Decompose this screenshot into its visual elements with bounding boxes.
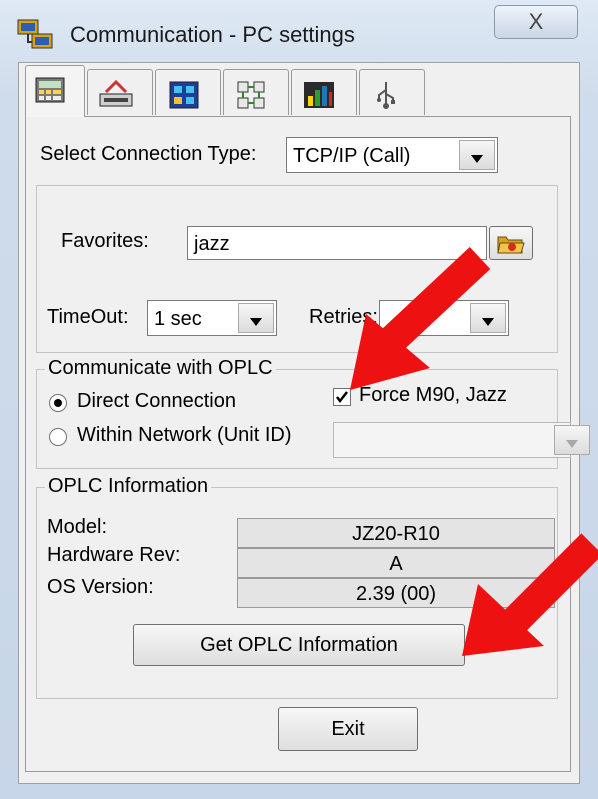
os-version-label: OS Version:: [47, 576, 154, 598]
connection-settings-group: Favorites: jazz TimeOut: 1 sec Retries:: [36, 185, 558, 353]
chart-icon: [304, 82, 334, 108]
favorites-input[interactable]: jazz: [187, 226, 487, 260]
app-icon: [16, 18, 56, 52]
communicate-group: Communicate with OPLC Direct Connection …: [36, 357, 590, 469]
client-area: Select Connection Type: TCP/IP (Call) Fa…: [18, 62, 590, 784]
retries-label: Retries:: [309, 306, 378, 328]
force-m90-checkbox[interactable]: [333, 388, 351, 406]
tab-grid-connect[interactable]: [223, 69, 289, 115]
timeout-label: TimeOut:: [47, 306, 129, 328]
retries-select[interactable]: [379, 300, 509, 336]
timeout-select[interactable]: 1 sec: [147, 300, 277, 336]
oplc-info-title: OPLC Information: [45, 475, 212, 498]
open-favorites-button[interactable]: [489, 226, 533, 260]
chevron-down-icon[interactable]: [238, 303, 274, 333]
direct-connection-radio[interactable]: [49, 394, 67, 412]
title-bar[interactable]: Communication - PC settings X: [0, 0, 598, 62]
usb-icon: [377, 82, 395, 109]
chevron-down-icon[interactable]: [470, 303, 506, 333]
network-icon: [169, 81, 199, 109]
tab-calculator[interactable]: [25, 65, 85, 117]
exit-button[interactable]: Exit: [278, 707, 418, 751]
close-icon: X: [528, 9, 544, 34]
tab-panel: Select Connection Type: TCP/IP (Call) Fa…: [25, 116, 590, 772]
device-io-icon: [99, 80, 133, 107]
model-value: JZ20-R10: [237, 518, 555, 548]
within-network-label: Within Network (Unit ID): [77, 424, 292, 446]
calculator-icon: [35, 77, 65, 103]
tab-chart[interactable]: [291, 69, 357, 115]
tab-network[interactable]: [155, 69, 221, 115]
chevron-down-icon[interactable]: [554, 425, 590, 455]
favorites-value: jazz: [194, 233, 230, 255]
direct-connection-label: Direct Connection: [77, 390, 236, 412]
force-m90-label: Force M90, Jazz: [359, 384, 507, 406]
within-network-radio[interactable]: [49, 428, 67, 446]
communicate-group-title: Communicate with OPLC: [45, 357, 276, 380]
hardware-rev-value: A: [237, 548, 555, 578]
timeout-value: 1 sec: [154, 308, 202, 330]
connection-type-value: TCP/IP (Call): [293, 145, 411, 167]
os-version-value: 2.39 (00): [237, 578, 555, 608]
check-icon: [336, 391, 348, 404]
favorites-label: Favorites:: [61, 230, 149, 252]
connection-type-label: Select Connection Type:: [40, 143, 257, 165]
tab-device-io[interactable]: [87, 69, 153, 115]
folder-icon: [497, 236, 525, 254]
model-label: Model:: [47, 516, 108, 538]
grid-connect-icon: [237, 81, 265, 109]
tab-usb[interactable]: [359, 69, 425, 115]
connection-type-select[interactable]: TCP/IP (Call): [286, 137, 498, 173]
unit-id-select[interactable]: [333, 422, 590, 458]
chevron-down-icon[interactable]: [459, 140, 495, 170]
close-button[interactable]: X: [494, 5, 578, 39]
get-oplc-info-button[interactable]: Get OPLC Information: [133, 624, 465, 666]
window: Communication - PC settings X Select Con…: [0, 0, 598, 799]
hardware-rev-label: Hardware Rev:: [47, 544, 181, 566]
window-title: Communication - PC settings: [70, 22, 355, 47]
oplc-info-group: OPLC Information Model: JZ20-R10 Hardwar…: [36, 475, 558, 699]
